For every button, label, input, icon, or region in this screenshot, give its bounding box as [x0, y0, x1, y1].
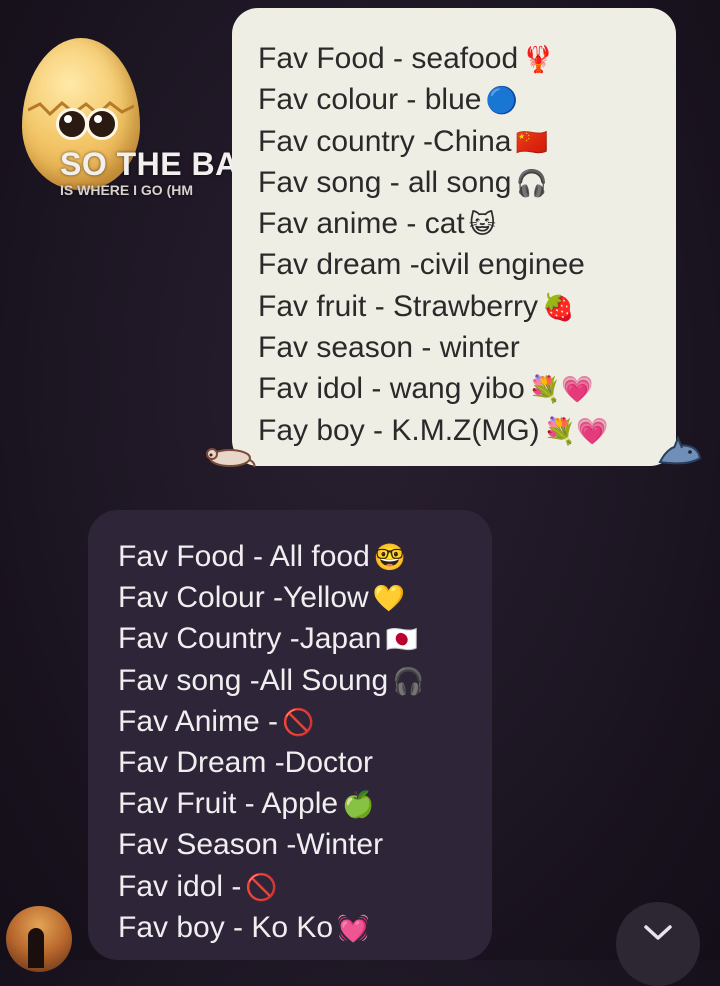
sticker-caption-line2: IS WHERE I GO (HM: [60, 182, 193, 198]
message-line: Fav Dream -Doctor: [118, 745, 374, 779]
message-line: Fav Colour -Yellow 💛: [118, 581, 406, 615]
china-flag-emoji: 🇨🇳: [515, 127, 548, 158]
prohibited-emoji: 🚫: [282, 707, 315, 738]
strawberry-emoji: 🍓: [542, 292, 575, 323]
received-message-bubble[interactable]: Fav Food - seafood 🦞 Fav colour - blue 🔵 F…: [232, 8, 676, 466]
message-line: Fav dream -civil enginee: [258, 248, 585, 282]
message-line: Fav country -China 🇨🇳: [258, 124, 548, 158]
message-line: Fav Anime - 🚫: [118, 704, 315, 738]
sticker-caption-line1: SO THE BA: [60, 146, 239, 182]
message-line: Fav Fruit - Apple 🍏: [118, 787, 375, 821]
message-line: Fav colour - blue 🔵: [258, 83, 518, 117]
message-line: Fav idol - 🚫: [118, 869, 278, 903]
message-line: Fav Season -Winter: [118, 828, 384, 862]
message-line: Fav boy - Ko Ko 💓: [118, 910, 370, 944]
japan-flag-emoji: 🇯🇵: [385, 625, 418, 656]
message-line: Fav idol - wang yibo 💐💗: [258, 372, 594, 406]
sticker-caption: SO THE BA IS WHERE I GO (HM: [60, 146, 260, 198]
beating-heart-emoji: 💓: [337, 913, 370, 944]
message-line: Fav Food - seafood 🦞: [258, 42, 555, 75]
yellow-heart-emoji: 💛: [372, 584, 406, 615]
blue-circle-emoji: 🔵: [485, 86, 518, 117]
lobster-emoji: 🦞: [522, 45, 555, 75]
prohibited-emoji: 🚫: [245, 872, 278, 903]
message-line: Fay boy - K.M.Z(MG) 💐💗: [258, 413, 609, 447]
bouquet-heart-emoji: 💐💗: [528, 375, 594, 406]
sent-message-bubble[interactable]: Fav Food - All food 🤓 Fav Colour -Yellow 💛…: [88, 510, 492, 960]
message-line: Fav song - all song 🎧: [258, 165, 548, 199]
message-line: Fav Country -Japan 🇯🇵: [118, 622, 418, 656]
headphones-emoji: 🎧: [392, 666, 425, 697]
green-apple-emoji: 🍏: [342, 790, 375, 821]
message-line: Fav anime - cat 😺: [258, 207, 496, 241]
cat-face-emoji: 😺: [468, 210, 496, 241]
message-line: Fav song -All Soung 🎧: [118, 663, 425, 697]
message-line: Fav Food - All food 🤓: [118, 540, 407, 573]
scroll-to-bottom-button[interactable]: [616, 902, 700, 986]
bouquet-heart-emoji: 💐💗: [543, 416, 609, 447]
headphones-emoji: 🎧: [515, 168, 548, 199]
chevron-down-icon: [644, 925, 672, 940]
mouse-sticker: [206, 448, 256, 468]
shark-sticker: [658, 436, 702, 465]
message-line: Fav fruit - Strawberry 🍓: [258, 289, 575, 323]
egg-right-eye: [86, 108, 118, 140]
message-line: Fav season - winter: [258, 331, 520, 365]
avatar[interactable]: [6, 906, 72, 972]
egg-left-eye: [56, 108, 88, 140]
nerd-face-emoji: 🤓: [373, 543, 407, 573]
